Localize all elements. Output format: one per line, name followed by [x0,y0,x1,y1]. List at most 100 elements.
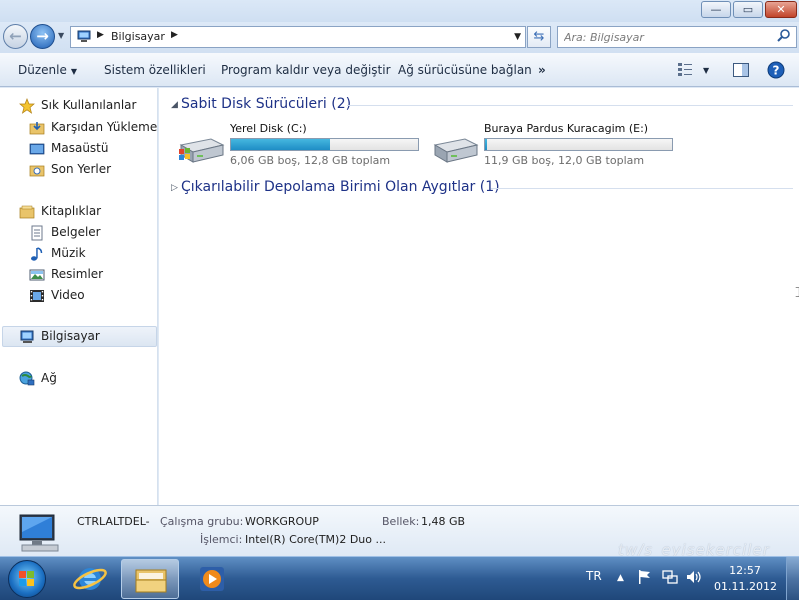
workgroup-value: WORKGROUP [245,515,319,528]
breadcrumb-computer[interactable]: Bilgisayar [111,30,165,43]
action-center-flag-icon[interactable] [637,569,653,585]
maximize-button[interactable]: ▭ [733,1,763,18]
refresh-button[interactable]: ⇆ [527,26,551,48]
downloads-folder-icon [29,122,45,135]
help-icon[interactable]: ? [767,61,785,79]
taskbar-internet-explorer[interactable] [64,559,116,599]
address-history-dropdown[interactable]: ▼ [514,32,521,42]
uninstall-program-button[interactable]: Program kaldır veya değiştir [221,63,391,77]
drive-space-info: 11,9 GB boş, 12,0 GB toplam [484,154,645,167]
collapse-triangle-icon[interactable]: ◢ [171,100,178,110]
drive-c[interactable]: Yerel Disk (C:) 6,06 GB boş, 12,8 GB top… [177,121,427,167]
hard-drive-icon [433,138,479,163]
command-toolbar: Düzenle ▼ Sistem özellikleri Program kald… [0,53,799,87]
nav-label: Bilgisayar [41,329,100,343]
search-input[interactable] [564,29,764,45]
taskbar: TR ▲ 12:57 01.11.2012 [0,556,799,600]
minimize-button[interactable]: — [701,1,731,18]
nav-label: Resimler [51,267,104,281]
hard-drive-windows-icon [179,138,225,163]
computer-icon [19,514,59,552]
cpu-label: İşlemci: [200,533,243,546]
drive-name: Buraya Pardus Kuracagim (E:) [484,122,649,135]
back-arrow-icon: ← [9,27,22,45]
group-title: Sabit Disk Sürücüleri (2) [181,96,352,112]
map-network-drive-button[interactable]: Ağ sürücüsüne bağlan [398,63,532,77]
nav-label: Karşıdan Yüklemeler [51,120,158,134]
preview-pane-icon[interactable] [732,61,750,79]
taskbar-windows-explorer[interactable] [121,559,179,599]
group-title: Çıkarılabilir Depolama Birimi Olan Aygıt… [181,179,500,195]
drive-usage-bar [484,138,673,151]
nav-label: Masaüstü [51,141,109,155]
pictures-icon [29,269,45,281]
nav-label: Kitaplıklar [41,204,102,218]
search-box[interactable] [557,26,797,48]
computer-icon [77,30,91,42]
show-desktop-button[interactable] [786,557,799,600]
memory-value: 1,48 GB [421,515,466,528]
drive-name: Yerel Disk (C:) [230,122,307,135]
back-button[interactable]: ← [3,24,28,49]
nav-label: Son Yerler [51,162,112,176]
forward-button[interactable]: → [30,24,55,49]
show-hidden-icons-arrow[interactable]: ▲ [617,573,624,583]
internet-explorer-icon [73,568,107,590]
chevron-right-icon[interactable]: ▶ [171,30,178,40]
system-properties-button[interactable]: Sistem özellikleri [104,63,206,77]
mouse-cursor-icon: ⌶ [795,285,799,301]
organize-menu[interactable]: Düzenle ▼ [18,63,77,77]
nav-label: Sık Kullanılanlar [41,98,137,112]
drive-usage-fill [485,139,487,150]
search-icon[interactable] [776,28,792,44]
network-tray-icon[interactable] [662,569,678,585]
chevron-down-icon: ▼ [70,67,78,76]
recent-pages-dropdown[interactable]: ▼ [58,31,64,40]
documents-icon [31,225,43,241]
drive-space-info: 6,06 GB boş, 12,8 GB toplam [230,154,391,167]
svg-text:?: ? [773,64,780,78]
nav-computer[interactable]: Bilgisayar [2,326,157,347]
network-icon [19,371,35,386]
volume-icon[interactable] [686,569,702,585]
more-commands-button[interactable]: » [538,63,546,77]
star-icon [19,98,35,114]
recent-places-icon [29,165,45,177]
clock-date: 01.11.2012 [714,580,777,593]
refresh-icon: ⇆ [533,29,545,44]
cpu-value: Intel(R) Core(TM)2 Duo ... [245,533,386,546]
content-pane: ◢ Sabit Disk Sürücüleri (2) Yerel Disk (… [159,88,799,505]
music-note-icon [31,247,43,261]
media-player-icon [200,567,224,591]
language-indicator[interactable]: TR [586,569,602,583]
nav-label: Video [51,288,85,302]
title-bar: — ▭ ✕ [0,0,799,22]
taskbar-media-player[interactable] [186,559,238,599]
navigation-pane: Sık Kullanılanlar Karşıdan Yüklemeler Ma… [0,88,158,505]
group-divider [491,188,793,189]
clock[interactable]: 12:57 01.11.2012 [714,563,777,595]
nav-label: Müzik [51,246,86,260]
nav-label: Belgeler [51,225,101,239]
chevron-right-icon[interactable]: ▶ [97,30,104,40]
computer-name: CTRLALTDEL- [77,515,150,528]
clock-time: 12:57 [729,564,761,577]
view-options-icon[interactable] [677,61,693,79]
drive-e[interactable]: Buraya Pardus Kuracagim (E:) 11,9 GB boş… [431,121,681,167]
start-button[interactable] [8,560,46,598]
libraries-icon [19,205,35,219]
forward-arrow-icon: → [36,27,49,45]
desktop-icon [29,143,45,155]
computer-icon [20,330,34,343]
windows-logo-icon [19,571,34,586]
drive-usage-bar [230,138,419,151]
view-dropdown-arrow[interactable]: ▼ [703,66,709,75]
group-divider [347,105,793,106]
expand-triangle-icon[interactable]: ▷ [171,183,178,193]
drive-usage-fill [231,139,331,150]
address-row: ← → ▼ ▶ Bilgisayar ▶ ▼ ⇆ [0,22,799,53]
address-bar[interactable]: ▶ Bilgisayar ▶ ▼ [70,26,526,48]
workgroup-label: Çalışma grubu: [160,515,244,528]
video-film-icon [30,290,44,302]
close-button[interactable]: ✕ [765,1,797,18]
